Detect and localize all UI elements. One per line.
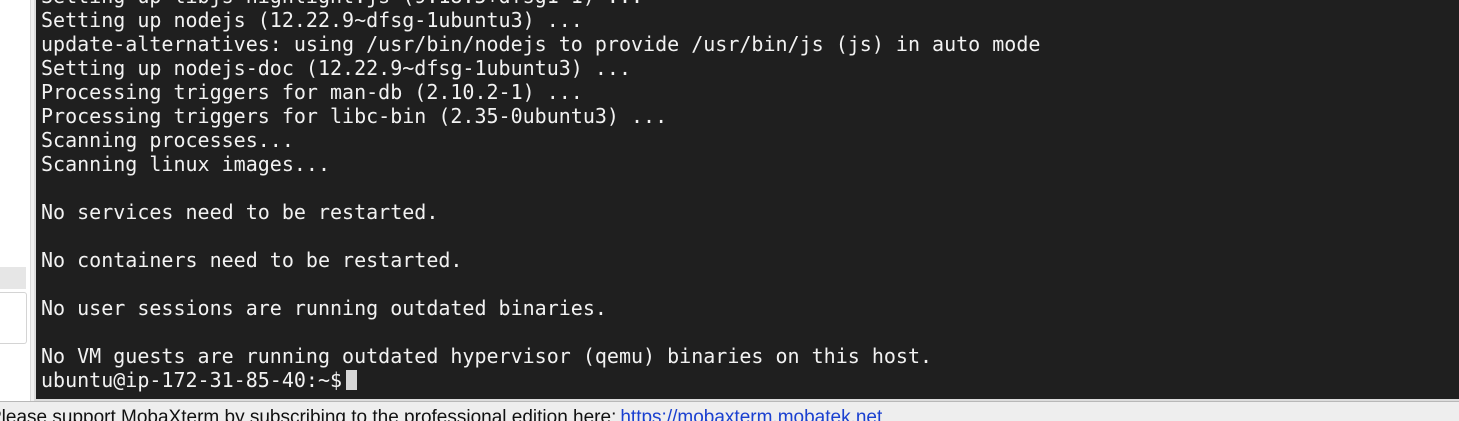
left-sidebar xyxy=(0,0,31,402)
terminal-line: update-alternatives: using /usr/bin/node… xyxy=(41,32,1041,56)
terminal-line: Scanning processes... xyxy=(41,128,294,152)
sidebar-panel-box xyxy=(0,292,27,344)
terminal-line: No user sessions are running outdated bi… xyxy=(41,296,607,320)
terminal-line: Processing triggers for libc-bin (2.35-0… xyxy=(41,104,668,128)
terminal-line: No containers need to be restarted. xyxy=(41,248,463,272)
mobaxterm-link[interactable]: https://mobaxterm.mobatek.net xyxy=(620,407,882,421)
status-bar: Please support MobaXterm by subscribing … xyxy=(0,401,1459,421)
terminal-line: Setting up nodejs-doc (12.22.9~dfsg-1ubu… xyxy=(41,56,632,80)
terminal-line: Scanning linux images... xyxy=(41,152,330,176)
terminal-line: No VM guests are running outdated hyperv… xyxy=(41,344,933,368)
terminal-line: Processing triggers for man-db (2.10.2-1… xyxy=(41,80,583,104)
sidebar-tab[interactable] xyxy=(0,267,26,289)
support-message-text: Please support MobaXterm by subscribing … xyxy=(0,407,617,421)
shell-prompt: ubuntu@ip-172-31-85-40:~$ xyxy=(41,368,343,392)
terminal-output: Setting up libjs-highlight.js (9.18.5+df… xyxy=(41,0,1040,392)
terminal-prompt-line[interactable]: ubuntu@ip-172-31-85-40:~$ xyxy=(41,368,1040,392)
terminal-window[interactable]: Setting up libjs-highlight.js (9.18.5+df… xyxy=(36,0,1459,399)
terminal-line: Setting up libjs-highlight.js (9.18.5+df… xyxy=(41,0,1040,8)
support-message: Please support MobaXterm by subscribing … xyxy=(0,406,882,421)
terminal-line: No services need to be restarted. xyxy=(41,200,439,224)
text-cursor xyxy=(346,370,358,390)
terminal-line: Setting up nodejs (12.22.9~dfsg-1ubuntu3… xyxy=(41,8,583,32)
